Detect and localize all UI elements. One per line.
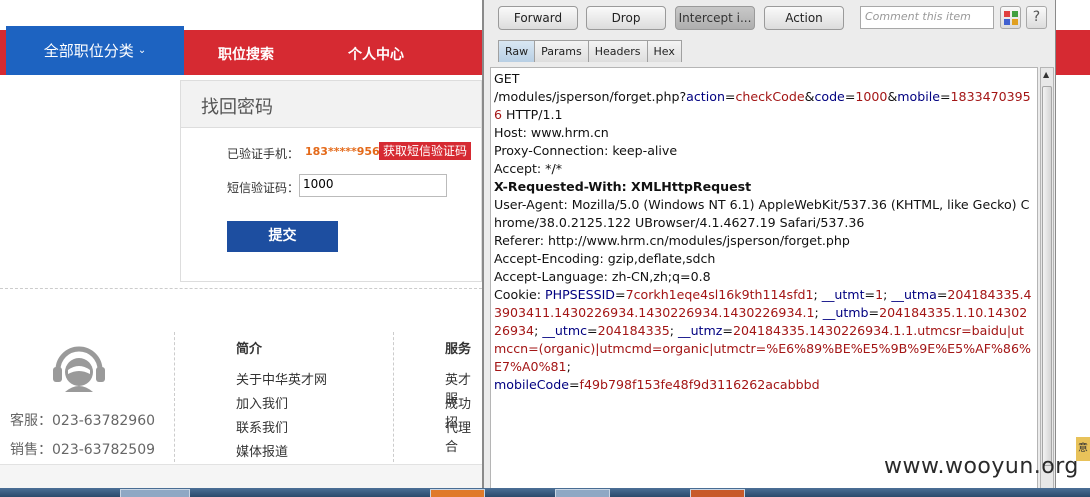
taskbar-item[interactable]: [430, 489, 485, 497]
request-header: X-Requested-With: XMLHttpRequest: [494, 179, 752, 194]
help-button[interactable]: ?: [1026, 6, 1047, 29]
message-view-tabs: Raw Params Headers Hex: [498, 40, 682, 62]
cookie-value: 204184335: [597, 323, 670, 338]
body-param-name: mobileCode: [494, 377, 569, 392]
nav-job-search[interactable]: 职位搜索: [218, 44, 274, 64]
customer-service-icon: [53, 346, 105, 392]
recover-password-panel: 找回密码 已验证手机： 183*****956 获取短信验证码 短信验证码： 1…: [180, 80, 482, 282]
param-name: action: [686, 89, 725, 104]
request-header: Accept: */*: [494, 161, 563, 176]
panel-title: 找回密码: [181, 81, 481, 128]
cookie-name: PHPSESSID: [545, 287, 616, 302]
category-menu-label: 全部职位分类: [43, 42, 134, 60]
footer-col-service-title: 服务: [445, 342, 472, 357]
request-header: Accept-Language: zh-CN,zh;q=0.8: [494, 269, 711, 284]
divider: [0, 288, 482, 289]
category-menu[interactable]: 全部职位分类 ⌄: [6, 26, 184, 75]
vertical-scrollbar[interactable]: ▲: [1040, 67, 1054, 490]
taskbar: [0, 488, 1090, 497]
scroll-up-icon[interactable]: ▲: [1043, 70, 1049, 79]
request-header: User-Agent: Mozilla/5.0 (Windows NT 6.1)…: [494, 197, 1030, 230]
cookie-value: 1: [875, 287, 884, 302]
request-header: Host: www.hrm.cn: [494, 125, 609, 140]
request-protocol: HTTP/1.1: [506, 107, 563, 122]
sms-code-label: 短信验证码：: [227, 181, 300, 195]
burp-intercept-window: Forward Drop Intercept i... Action Comme…: [482, 0, 1056, 490]
footer-link[interactable]: 关于中华英才网: [236, 369, 327, 388]
cookie-name: __utma: [891, 287, 937, 302]
param-name: mobile: [897, 89, 940, 104]
taskbar-item[interactable]: [690, 489, 745, 497]
tab-headers[interactable]: Headers: [587, 40, 648, 62]
service-phone: 客服：023-63782960: [10, 413, 156, 429]
footer-link[interactable]: 媒体报道: [236, 441, 288, 460]
verified-phone-value: 183*****956: [305, 145, 380, 158]
footer-link[interactable]: 加入我们: [236, 393, 288, 412]
footer-divider: [393, 332, 394, 462]
get-sms-code-button[interactable]: 获取短信验证码: [379, 142, 471, 160]
request-path: /modules/jsperson/forget.php: [494, 89, 680, 104]
sms-code-input[interactable]: 1000: [299, 174, 447, 197]
cookie-name: __utmc: [542, 323, 588, 338]
request-header: Proxy-Connection: keep-alive: [494, 143, 678, 158]
cookie-value: 7corkh1eqe4sl16k9th114sfd1: [625, 287, 814, 302]
nav-personal-center[interactable]: 个人中心: [348, 44, 404, 64]
phone-label: 已验证手机：: [227, 147, 300, 161]
footer-bottom-strip: [0, 464, 482, 490]
drop-button[interactable]: Drop: [586, 6, 666, 30]
forward-button[interactable]: Forward: [498, 6, 578, 30]
param-value: checkCode: [735, 89, 805, 104]
chevron-down-icon: ⌄: [137, 45, 147, 56]
submit-button[interactable]: 提交: [227, 221, 338, 252]
footer-link[interactable]: 联系我们: [236, 417, 288, 436]
param-name: code: [814, 89, 845, 104]
footer-col-about-title: 简介: [236, 342, 263, 357]
intercept-toggle-button[interactable]: Intercept i...: [675, 6, 755, 30]
comment-input[interactable]: Comment this item: [860, 6, 994, 29]
taskbar-item[interactable]: [120, 489, 190, 497]
watermark-text: www.wooyun.org: [884, 454, 1079, 479]
cookie-name: __utmb: [822, 305, 869, 320]
sales-phone: 销售：023-63782509: [10, 442, 156, 458]
tab-params[interactable]: Params: [534, 40, 589, 62]
request-header: Referer: http://www.hrm.cn/modules/jsper…: [494, 233, 850, 248]
action-button[interactable]: Action: [764, 6, 844, 30]
tab-hex[interactable]: Hex: [646, 40, 682, 62]
cookie-name: __utmt: [821, 287, 865, 302]
request-method: GET: [494, 71, 520, 86]
scroll-thumb[interactable]: [1042, 86, 1052, 466]
body-param-value: f49b798f153fe48f9d3116262acabbbd: [579, 377, 820, 392]
site-footer: 客服：023-63782960 销售：023-63782509 简介 关于中华英…: [0, 300, 482, 470]
tab-raw[interactable]: Raw: [498, 40, 536, 62]
cookie-name: __utmz: [677, 323, 723, 338]
footer-divider: [174, 332, 175, 462]
request-header: Accept-Encoding: gzip,deflate,sdch: [494, 251, 716, 266]
param-value: 1000: [855, 89, 888, 104]
taskbar-item[interactable]: [555, 489, 610, 497]
highlight-color-icon[interactable]: [1000, 6, 1021, 29]
footer-link[interactable]: 代理合: [445, 417, 482, 455]
raw-request-editor[interactable]: GET /modules/jsperson/forget.php?action=…: [490, 67, 1038, 490]
